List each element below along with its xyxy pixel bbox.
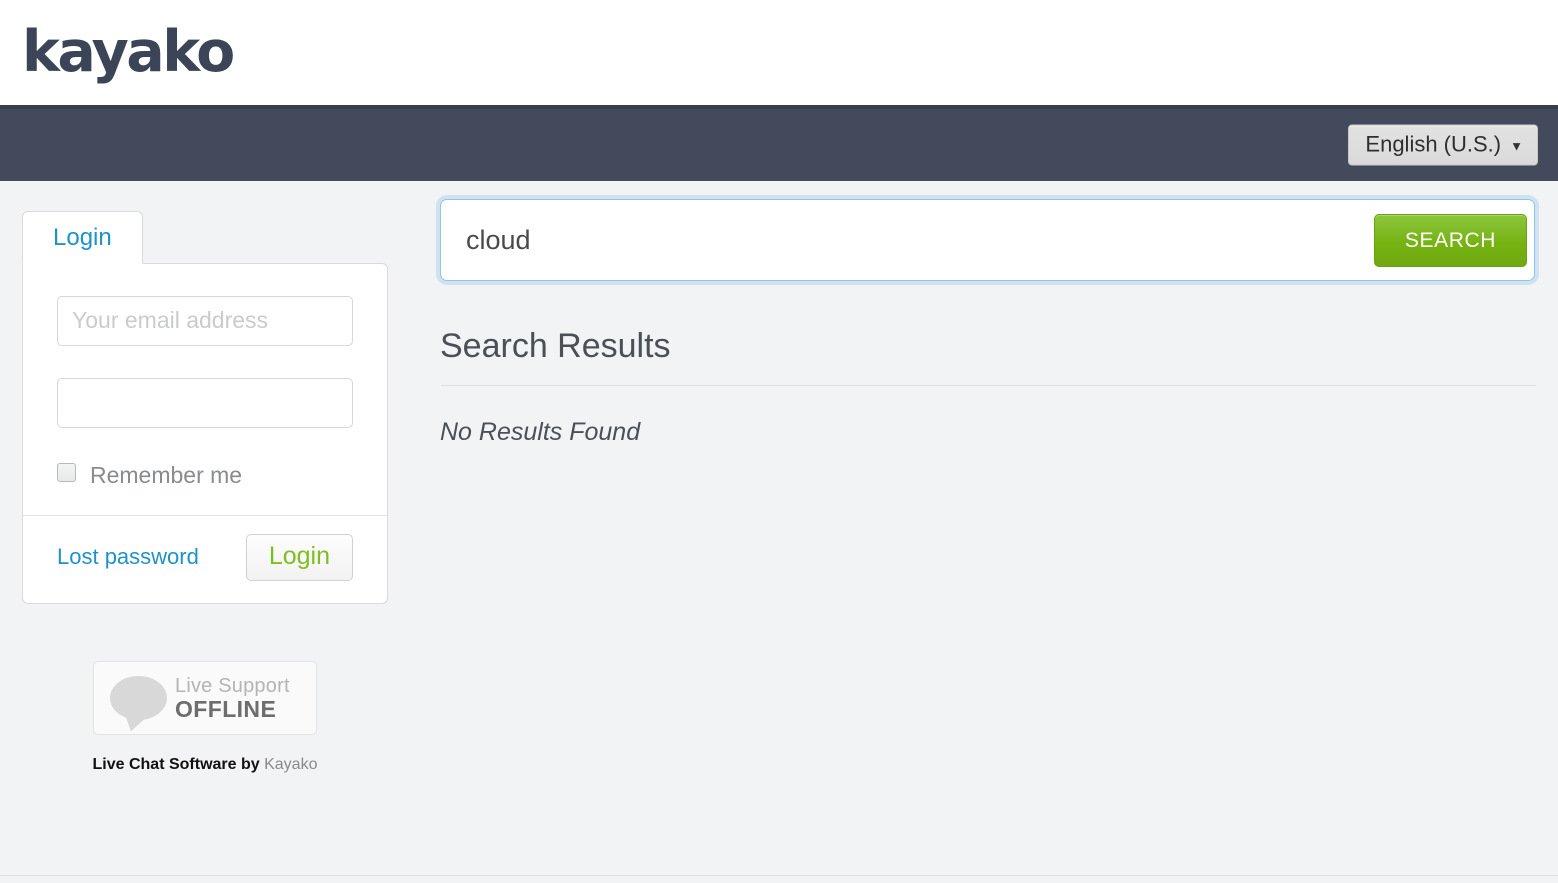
language-selector-label: English (U.S.) (1365, 131, 1502, 157)
live-support-title: Live Support (175, 674, 290, 697)
content-container: Login Remember me Lost password Login (0, 181, 1558, 774)
speech-bubble-icon (110, 676, 167, 721)
kayako-logo[interactable]: kayako (22, 18, 235, 86)
page-title: Search Results (440, 327, 671, 365)
logo-wordmark: kayako (22, 18, 235, 85)
sidebar: Login Remember me Lost password Login (22, 181, 388, 774)
email-field[interactable] (57, 295, 353, 346)
site-footer: Help Desk Software by Kayako fusion (0, 875, 1558, 883)
page-body: Login Remember me Lost password Login (0, 181, 1558, 875)
live-chat-block: Live Support OFFLINE Live Chat Software … (22, 661, 388, 774)
results-divider (440, 384, 1536, 386)
live-chat-caption-prefix: Live Chat Software by (92, 756, 265, 774)
login-panel-footer: Lost password Login (23, 514, 387, 604)
tab-login-label: Login (53, 224, 112, 251)
lost-password-link[interactable]: Lost password (57, 544, 199, 570)
login-panel: Remember me Lost password Login (22, 262, 388, 605)
login-tabs: Login (22, 211, 388, 264)
language-selector[interactable]: English (U.S.) ▼ (1348, 124, 1538, 166)
login-form: Remember me (23, 264, 387, 515)
live-chat-caption-brand: Kayako (264, 756, 318, 774)
login-button[interactable]: Login (245, 533, 353, 582)
navbar: English (U.S.) ▼ (0, 109, 1558, 181)
main-content: SEARCH Search Results No Results Found (388, 181, 1536, 774)
remember-me-checkbox[interactable] (57, 462, 76, 482)
site-header: kayako (0, 0, 1558, 105)
search-button[interactable]: SEARCH (1373, 213, 1527, 267)
remember-me-label: Remember me (90, 461, 243, 488)
search-input[interactable] (448, 207, 1374, 273)
chevron-down-icon: ▼ (1510, 138, 1523, 153)
no-results-message: No Results Found (440, 417, 641, 446)
password-field[interactable] (57, 377, 353, 428)
live-chat-caption: Live Chat Software by Kayako (93, 756, 318, 774)
tab-login[interactable]: Login (22, 211, 143, 264)
search-bar: SEARCH (440, 199, 1535, 281)
remember-me-row: Remember me (57, 461, 353, 488)
live-support-text: Live Support OFFLINE (175, 674, 290, 722)
live-support-badge[interactable]: Live Support OFFLINE (93, 661, 317, 736)
live-support-status: OFFLINE (175, 695, 277, 722)
